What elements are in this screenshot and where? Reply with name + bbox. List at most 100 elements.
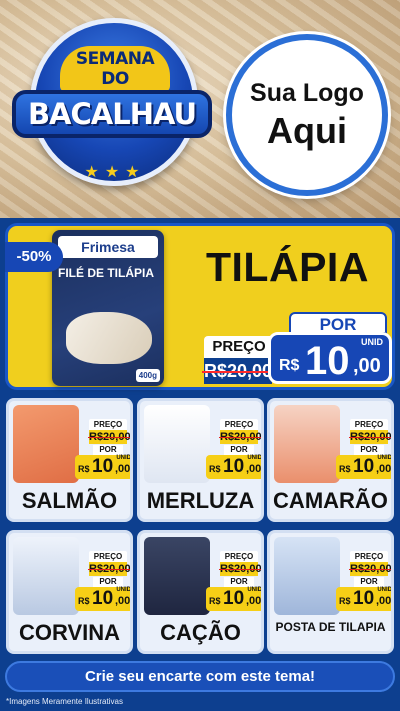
logo-placeholder[interactable]: Sua Logo Aqui xyxy=(226,34,388,196)
old-price: R$20,00 xyxy=(350,430,391,444)
price-tag: PREÇO R$20,00 POR R$ 10 ,00 UNID xyxy=(206,551,261,611)
product-name: CAMARÃO xyxy=(273,488,388,513)
preco-label: PREÇO xyxy=(89,551,127,562)
preco-label: PREÇO xyxy=(89,419,127,430)
logo-line2: Aqui xyxy=(267,109,347,151)
semana-badge: SEMANA DO BACALHAU ★★★ xyxy=(8,12,214,212)
price-integer: 10 xyxy=(223,456,245,477)
price-cents: ,00 xyxy=(353,355,381,377)
new-price: R$ 10 ,00 UNID xyxy=(75,587,131,611)
price-cents: ,00 xyxy=(115,595,131,607)
por-label: POR xyxy=(93,577,123,587)
price-unit: UNID xyxy=(361,337,383,347)
price-currency: R$ xyxy=(279,357,300,374)
price-unit: UNID xyxy=(377,455,392,461)
header-banner: SEMANA DO BACALHAU ★★★ Sua Logo Aqui xyxy=(0,0,400,218)
disclaimer-text: *Imagens Meramente Ilustrativas xyxy=(6,697,123,706)
price-cents: ,00 xyxy=(115,463,131,475)
product-card-corvina[interactable]: PREÇO R$20,00 POR R$ 10 ,00 UNID CORVINA xyxy=(6,530,133,654)
package-title: FILÉ DE TILÁPIA xyxy=(58,266,154,280)
old-price-value: R$20,00 xyxy=(220,431,262,443)
product-card-camarao[interactable]: PREÇO R$20,00 POR R$ 10 ,00 UNID CAMARÃO xyxy=(267,398,394,522)
new-price: R$ 10 ,00 UNID xyxy=(206,587,262,611)
old-price: R$20,00 xyxy=(204,358,272,384)
price-integer: 10 xyxy=(223,588,245,609)
new-price: R$ 10 ,00 UNID xyxy=(206,455,262,479)
price-currency: R$ xyxy=(339,464,351,474)
stars-icon: ★★★ xyxy=(84,164,146,181)
price-unit: UNID xyxy=(377,587,392,593)
preco-label: PREÇO xyxy=(350,551,388,562)
old-price-value: R$20,00 xyxy=(350,431,392,443)
old-price-value: R$20,00 xyxy=(204,361,273,381)
por-label: POR xyxy=(93,445,123,455)
price-cents: ,00 xyxy=(246,595,262,607)
product-card-cacao[interactable]: PREÇO R$20,00 POR R$ 10 ,00 UNID CAÇÃO xyxy=(137,530,264,654)
product-name: SALMÃO xyxy=(21,488,118,513)
product-name: CAÇÃO xyxy=(160,620,241,645)
por-label: POR xyxy=(354,577,384,587)
hero-offer[interactable]: Frimesa FILÉ DE TILÁPIA 400g -50% TILÁPI… xyxy=(5,223,395,390)
fish-fillet-icon xyxy=(66,312,152,364)
price-cents: ,00 xyxy=(376,463,392,475)
preco-label: PREÇO xyxy=(204,336,274,358)
new-price: R$ 10 ,00 UNID xyxy=(336,455,392,479)
por-label: POR xyxy=(354,445,384,455)
price-tag: PREÇO R$20,00 POR R$ 10 ,00 UNID xyxy=(75,551,130,611)
por-label: POR xyxy=(224,577,254,587)
package-brand: Frimesa xyxy=(58,236,158,258)
old-price-value: R$20,00 xyxy=(220,563,262,575)
badge-main-text: BACALHAU xyxy=(12,90,212,138)
new-price: R$ 10 ,00 UNID xyxy=(336,587,392,611)
price-currency: R$ xyxy=(209,464,221,474)
price-currency: R$ xyxy=(339,596,351,606)
product-name: CORVINA xyxy=(18,620,121,645)
price-integer: 10 xyxy=(353,588,375,609)
hero-price: R$ 10 ,00 UNID xyxy=(268,332,392,384)
price-integer: 10 xyxy=(353,456,375,477)
logo-line1: Sua Logo xyxy=(250,78,364,107)
price-tag: PREÇO R$20,00 POR R$ 10 ,00 UNID xyxy=(75,419,130,479)
preco-label: PREÇO xyxy=(220,551,258,562)
price-currency: R$ xyxy=(78,596,90,606)
product-name: MERLUZA xyxy=(146,488,255,513)
price-unit: UNID xyxy=(247,587,262,593)
product-name: POSTA DE TILAPIA xyxy=(275,620,386,634)
old-price: R$20,00 xyxy=(220,562,261,576)
old-price: R$20,00 xyxy=(350,562,391,576)
old-price-value: R$20,00 xyxy=(350,563,392,575)
camarao-package-image xyxy=(274,405,340,483)
merluza-package-image xyxy=(144,405,210,483)
product-card-merluza[interactable]: PREÇO R$20,00 POR R$ 10 ,00 UNID MERLUZA xyxy=(137,398,264,522)
price-unit: UNID xyxy=(247,455,262,461)
price-tag: PREÇO R$20,00 POR R$ 10 ,00 UNID xyxy=(206,419,261,479)
price-currency: R$ xyxy=(78,464,90,474)
price-unit: UNID xyxy=(116,587,131,593)
old-price: R$20,00 xyxy=(220,430,261,444)
tilapia-package-image: Frimesa FILÉ DE TILÁPIA 400g xyxy=(52,230,164,386)
old-price-value: R$20,00 xyxy=(89,563,131,575)
hero-title: TILÁPIA xyxy=(206,244,369,290)
price-cents: ,00 xyxy=(246,463,262,475)
package-weight: 400g xyxy=(135,369,160,382)
old-price: R$20,00 xyxy=(89,430,130,444)
price-tag: PREÇO R$20,00 POR R$ 10 ,00 UNID xyxy=(336,551,391,611)
badge-top-text: SEMANA DO xyxy=(60,46,170,92)
product-card-posta-tilapia[interactable]: PREÇO R$20,00 POR R$ 10 ,00 UNID POSTA D… xyxy=(267,530,394,654)
price-integer: 10 xyxy=(92,588,114,609)
price-tag: PREÇO R$20,00 POR R$ 10 ,00 UNID xyxy=(336,419,391,479)
new-price: R$ 10 ,00 UNID xyxy=(75,455,131,479)
discount-badge: -50% xyxy=(5,242,63,272)
price-integer: 10 xyxy=(92,456,114,477)
por-label: POR xyxy=(289,312,387,334)
old-price: R$20,00 xyxy=(89,562,130,576)
product-card-salmao[interactable]: PREÇO R$20,00 POR R$ 10 ,00 UNID SALMÃO xyxy=(6,398,133,522)
old-price-value: R$20,00 xyxy=(89,431,131,443)
create-flyer-button[interactable]: Crie seu encarte com este tema! xyxy=(5,661,395,692)
por-label: POR xyxy=(224,445,254,455)
preco-label: PREÇO xyxy=(220,419,258,430)
preco-label: PREÇO xyxy=(350,419,388,430)
corvina-package-image xyxy=(13,537,79,615)
salmon-image xyxy=(13,405,79,483)
price-integer: 10 xyxy=(305,339,350,383)
